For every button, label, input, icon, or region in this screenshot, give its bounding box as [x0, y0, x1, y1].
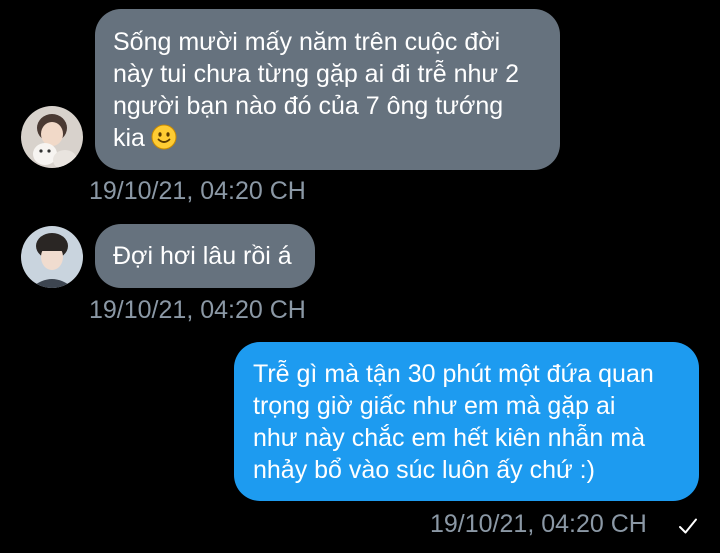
message-text-line: Trễ gì mà tận 30 phút một đứa quan	[253, 360, 654, 388]
avatar[interactable]	[21, 106, 83, 168]
avatar[interactable]	[21, 226, 83, 288]
message-bubble-outgoing[interactable]: Trễ gì mà tận 30 phút một đứa quan trọng…	[234, 342, 699, 501]
slightly-smiling-face-icon	[151, 124, 177, 150]
message-text-line-with-emoji: kia	[113, 122, 542, 154]
sent-check-icon	[679, 518, 697, 534]
message-text-line: Đợi hơi lâu rồi á	[113, 242, 292, 270]
message-text-line: người bạn nào đó của 7 ông tướng	[113, 92, 504, 120]
message-text-line: kia	[113, 124, 145, 152]
message-bubble-incoming[interactable]: Sống mười mấy năm trên cuộc đời này tui …	[95, 9, 560, 170]
chat-conversation: Sống mười mấy năm trên cuộc đời này tui …	[0, 0, 720, 553]
message-text-line: Sống mười mấy năm trên cuộc đời	[113, 28, 501, 56]
message-text-line: nhảy bổ vào súc luôn ấy chứ :)	[253, 456, 595, 484]
message-text-line: trọng giờ giấc như em mà gặp ai	[253, 392, 616, 420]
message-timestamp: 19/10/21, 04:20 CH	[89, 296, 306, 324]
avatar-photo-icon	[21, 226, 83, 288]
message-timestamp: 19/10/21, 04:20 CH	[430, 510, 647, 538]
avatar-photo-icon	[21, 106, 83, 168]
message-timestamp: 19/10/21, 04:20 CH	[89, 177, 306, 205]
message-text-line: như này chắc em hết kiên nhẫn mà	[253, 424, 645, 452]
message-bubble-incoming[interactable]: Đợi hơi lâu rồi á	[95, 224, 315, 288]
message-text-line: này tui chưa từng gặp ai đi trễ như 2	[113, 60, 520, 88]
